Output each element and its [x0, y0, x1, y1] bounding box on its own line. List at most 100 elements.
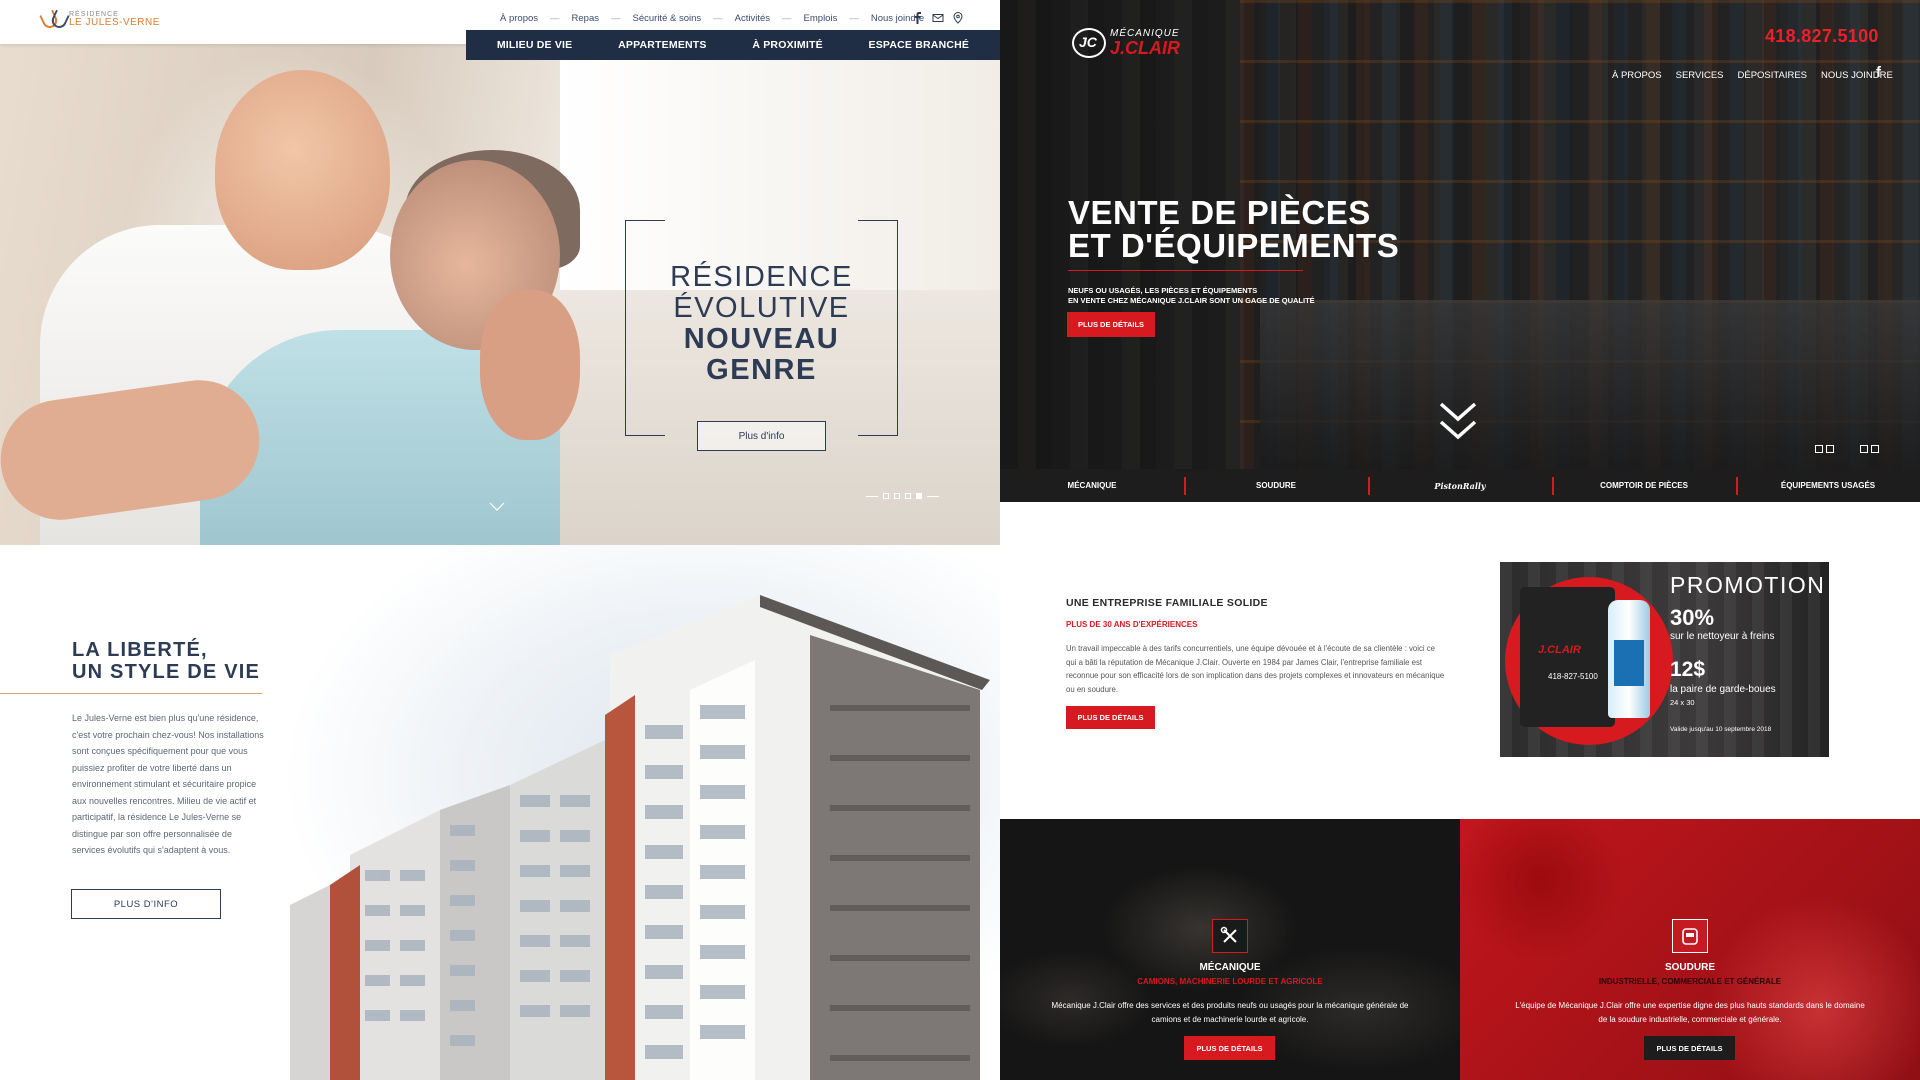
util-nav-emplois[interactable]: Emplois [804, 13, 838, 24]
nav-appartements[interactable]: APPARTEMENTS [618, 39, 707, 51]
util-nav-securite[interactable]: Sécurité & soins [633, 13, 702, 24]
util-nav-activites[interactable]: Activités [735, 13, 770, 24]
section-title-line: UN STYLE DE VIE [72, 661, 261, 683]
nav-nous-joindre[interactable]: NOUS JOINDRE [1821, 70, 1893, 81]
section-title-line: LA LIBERTÉ, [72, 639, 208, 661]
mecanique-details-button[interactable]: PLUS DE DÉTAILS [1184, 1036, 1275, 1060]
about-details-button[interactable]: PLUS DE DÉTAILS [1066, 706, 1155, 729]
nav-depositaires[interactable]: DÉPOSITAIRES [1738, 70, 1808, 81]
phone-number-link[interactable]: 418.827.5100 [1765, 26, 1879, 47]
promo-percent: 30% [1670, 605, 1715, 630]
residence-logo[interactable]: RÉSIDENCE LE JULES-VERNE [42, 8, 160, 30]
service-comptoir[interactable]: COMPTOIR DE PIÈCES [1552, 477, 1736, 495]
mail-icon[interactable] [932, 11, 944, 23]
wrench-screwdriver-icon [1212, 919, 1248, 953]
util-nav-separator: — [782, 13, 792, 24]
promo-bag-image [1520, 587, 1615, 727]
slider-pagination [866, 493, 939, 499]
slide-dot-3[interactable] [905, 493, 911, 499]
logo-name: LE JULES-VERNE [69, 16, 160, 28]
hero-subtext: NEUFS OU USAGÉS, LES PIÈCES ET ÉQUIPEMEN… [1068, 286, 1318, 306]
hero-title-line: NOUVEAU [683, 323, 840, 355]
promo-banner[interactable]: J.CLAIR 418-827-5100 PROMOTION 30% sur l… [1500, 562, 1829, 757]
util-nav-a-propos[interactable]: À propos [500, 13, 538, 24]
portfolio-collage: RÉSIDENCE LE JULES-VERNE À propos — Repas… [0, 0, 1920, 1080]
headline-line: ET D'ÉQUIPEMENTS [1068, 227, 1400, 264]
nav-espace-branche[interactable]: ESPACE BRANCHÉ [869, 39, 970, 51]
slide-dot-1[interactable] [883, 493, 889, 499]
soudure-title: SOUDURE [1664, 962, 1715, 973]
hero-title-line: ÉVOLUTIVE [673, 292, 850, 324]
clair-mecanique-panel: MÉCANIQUE CAMIONS, MACHINERIE LOURDE ET … [1000, 819, 1460, 1080]
utility-nav: À propos — Repas — Sécurité & soins — Activ… [500, 13, 924, 24]
hero-title-frame: RÉSIDENCE ÉVOLUTIVE NOUVEAU GENRE Plus d… [625, 220, 898, 451]
promo-bag-phone: 418-827-5100 [1548, 672, 1598, 681]
nav-milieu-de-vie[interactable]: MILIEU DE VIE [497, 39, 573, 51]
promo-percent-label: sur le nettoyeur à freins [1670, 631, 1775, 642]
promo-title: PROMOTION [1670, 572, 1826, 598]
about-subtitle: PLUS DE 30 ANS D'EXPÉRIENCES [1066, 620, 1198, 629]
hero-headline: VENTE DE PIÈCES ET D'ÉQUIPEMENTS [1068, 196, 1399, 262]
hero-photo-hand [480, 290, 580, 440]
about-kicker: UNE ENTREPRISE FAMILIALE SOLIDE [1066, 597, 1268, 609]
clair-about-panel: UNE ENTREPRISE FAMILIALE SOLIDE PLUS DE … [1000, 502, 1920, 819]
nav-a-propos[interactable]: À PROPOS [1612, 70, 1662, 81]
facebook-icon[interactable] [912, 11, 924, 24]
promo-price-label: la paire de garde-boues [1670, 684, 1776, 695]
scroll-down-chevron-icon[interactable] [488, 498, 506, 516]
util-nav-separator: — [849, 13, 859, 24]
hero-title-line: GENRE [706, 354, 817, 386]
clair-soudure-panel: SOUDURE INDUSTRIELLE, COMMERCIALE ET GÉN… [1460, 819, 1920, 1080]
service-bar: MÉCANIQUE SOUDURE PistonRally COMPTOIR D… [1000, 469, 1920, 502]
service-mecanique[interactable]: MÉCANIQUE [1000, 481, 1184, 490]
util-nav-repas[interactable]: Repas [572, 13, 599, 24]
mecanique-text: Mécanique J.Clair offre des services et … [1051, 1001, 1409, 1024]
nav-a-proximite[interactable]: À PROXIMITÉ [752, 39, 822, 51]
slider-control-prev[interactable] [1815, 445, 1834, 453]
headline-divider [1068, 270, 1303, 271]
welding-mask-icon [1672, 919, 1708, 953]
promo-price: 12$ [1670, 658, 1706, 681]
soudure-text: L'équipe de Mécanique J.Clair offre une … [1515, 1001, 1865, 1024]
slider-control-next[interactable] [1860, 445, 1879, 453]
hero-photo-man-head [215, 70, 390, 270]
service-equipements-usages[interactable]: ÉQUIPEMENTS USAGÉS [1736, 477, 1920, 495]
residence-liberte-panel: LA LIBERTÉ, UN STYLE DE VIE Le Jules-Ver… [0, 545, 1000, 1080]
promo-bag-logo: J.CLAIR [1538, 644, 1581, 656]
section-title: LA LIBERTÉ, UN STYLE DE VIE [72, 639, 260, 683]
hero-title: RÉSIDENCE ÉVOLUTIVE NOUVEAU GENRE [625, 262, 898, 386]
soudure-details-button[interactable]: PLUS DE DÉTAILS [1644, 1036, 1735, 1060]
subtext-line: NEUFS OU USAGÉS, LES PIÈCES ET ÉQUIPEMEN… [1068, 286, 1258, 295]
residence-main-nav: MILIEU DE VIE APPARTEMENTS À PROXIMITÉ E… [466, 30, 1000, 60]
headline-line: VENTE DE PIÈCES [1068, 194, 1371, 231]
service-soudure[interactable]: SOUDURE [1184, 477, 1368, 495]
slide-dot-2[interactable] [894, 493, 900, 499]
building-illustration [290, 595, 990, 1080]
pagination-line [927, 495, 939, 497]
clair-logo-main: J.CLAIR [1110, 38, 1181, 58]
nav-services[interactable]: SERVICES [1676, 70, 1724, 81]
hero-plus-info-button[interactable]: Plus d'info [697, 421, 826, 451]
util-nav-separator: — [550, 13, 560, 24]
section-body: Le Jules-Verne est bien plus qu'une rési… [72, 713, 264, 855]
section-plus-info-button[interactable]: PLUS D'INFO [71, 889, 221, 919]
location-pin-icon[interactable] [952, 11, 964, 24]
slide-dot-4[interactable] [916, 493, 922, 499]
residence-social [912, 11, 964, 24]
about-text: Un travail impeccable à des tarifs concu… [1066, 644, 1445, 694]
title-divider [0, 693, 262, 694]
hero-title-line: RÉSIDENCE [670, 261, 853, 293]
clair-logo[interactable]: MÉCANIQUE J.CLAIR [1072, 28, 1180, 58]
facebook-icon[interactable]: f [1876, 64, 1881, 81]
scroll-down-chevron-icon[interactable] [1438, 400, 1478, 447]
pagination-line [866, 495, 878, 497]
clair-hero-panel: MÉCANIQUE J.CLAIR 418.827.5100 À PROPOS … [1000, 0, 1920, 502]
hero-details-button[interactable]: PLUS DE DÉTAILS [1067, 312, 1155, 337]
clair-top-nav: À PROPOS SERVICES DÉPOSITAIRES NOUS JOIN… [1612, 70, 1893, 81]
service-piston-rally[interactable]: PistonRally [1368, 476, 1552, 495]
residence-hero-panel: RÉSIDENCE LE JULES-VERNE À propos — Repas… [0, 0, 1000, 545]
promo-price-size: 24 x 30 [1670, 698, 1695, 707]
mecanique-title: MÉCANIQUE [1199, 962, 1261, 973]
promo-validity: Valide jusqu'au 10 septembre 2018 [1670, 726, 1772, 733]
subtext-line: EN VENTE CHEZ MÉCANIQUE J.CLAIR SONT UN … [1068, 296, 1315, 305]
